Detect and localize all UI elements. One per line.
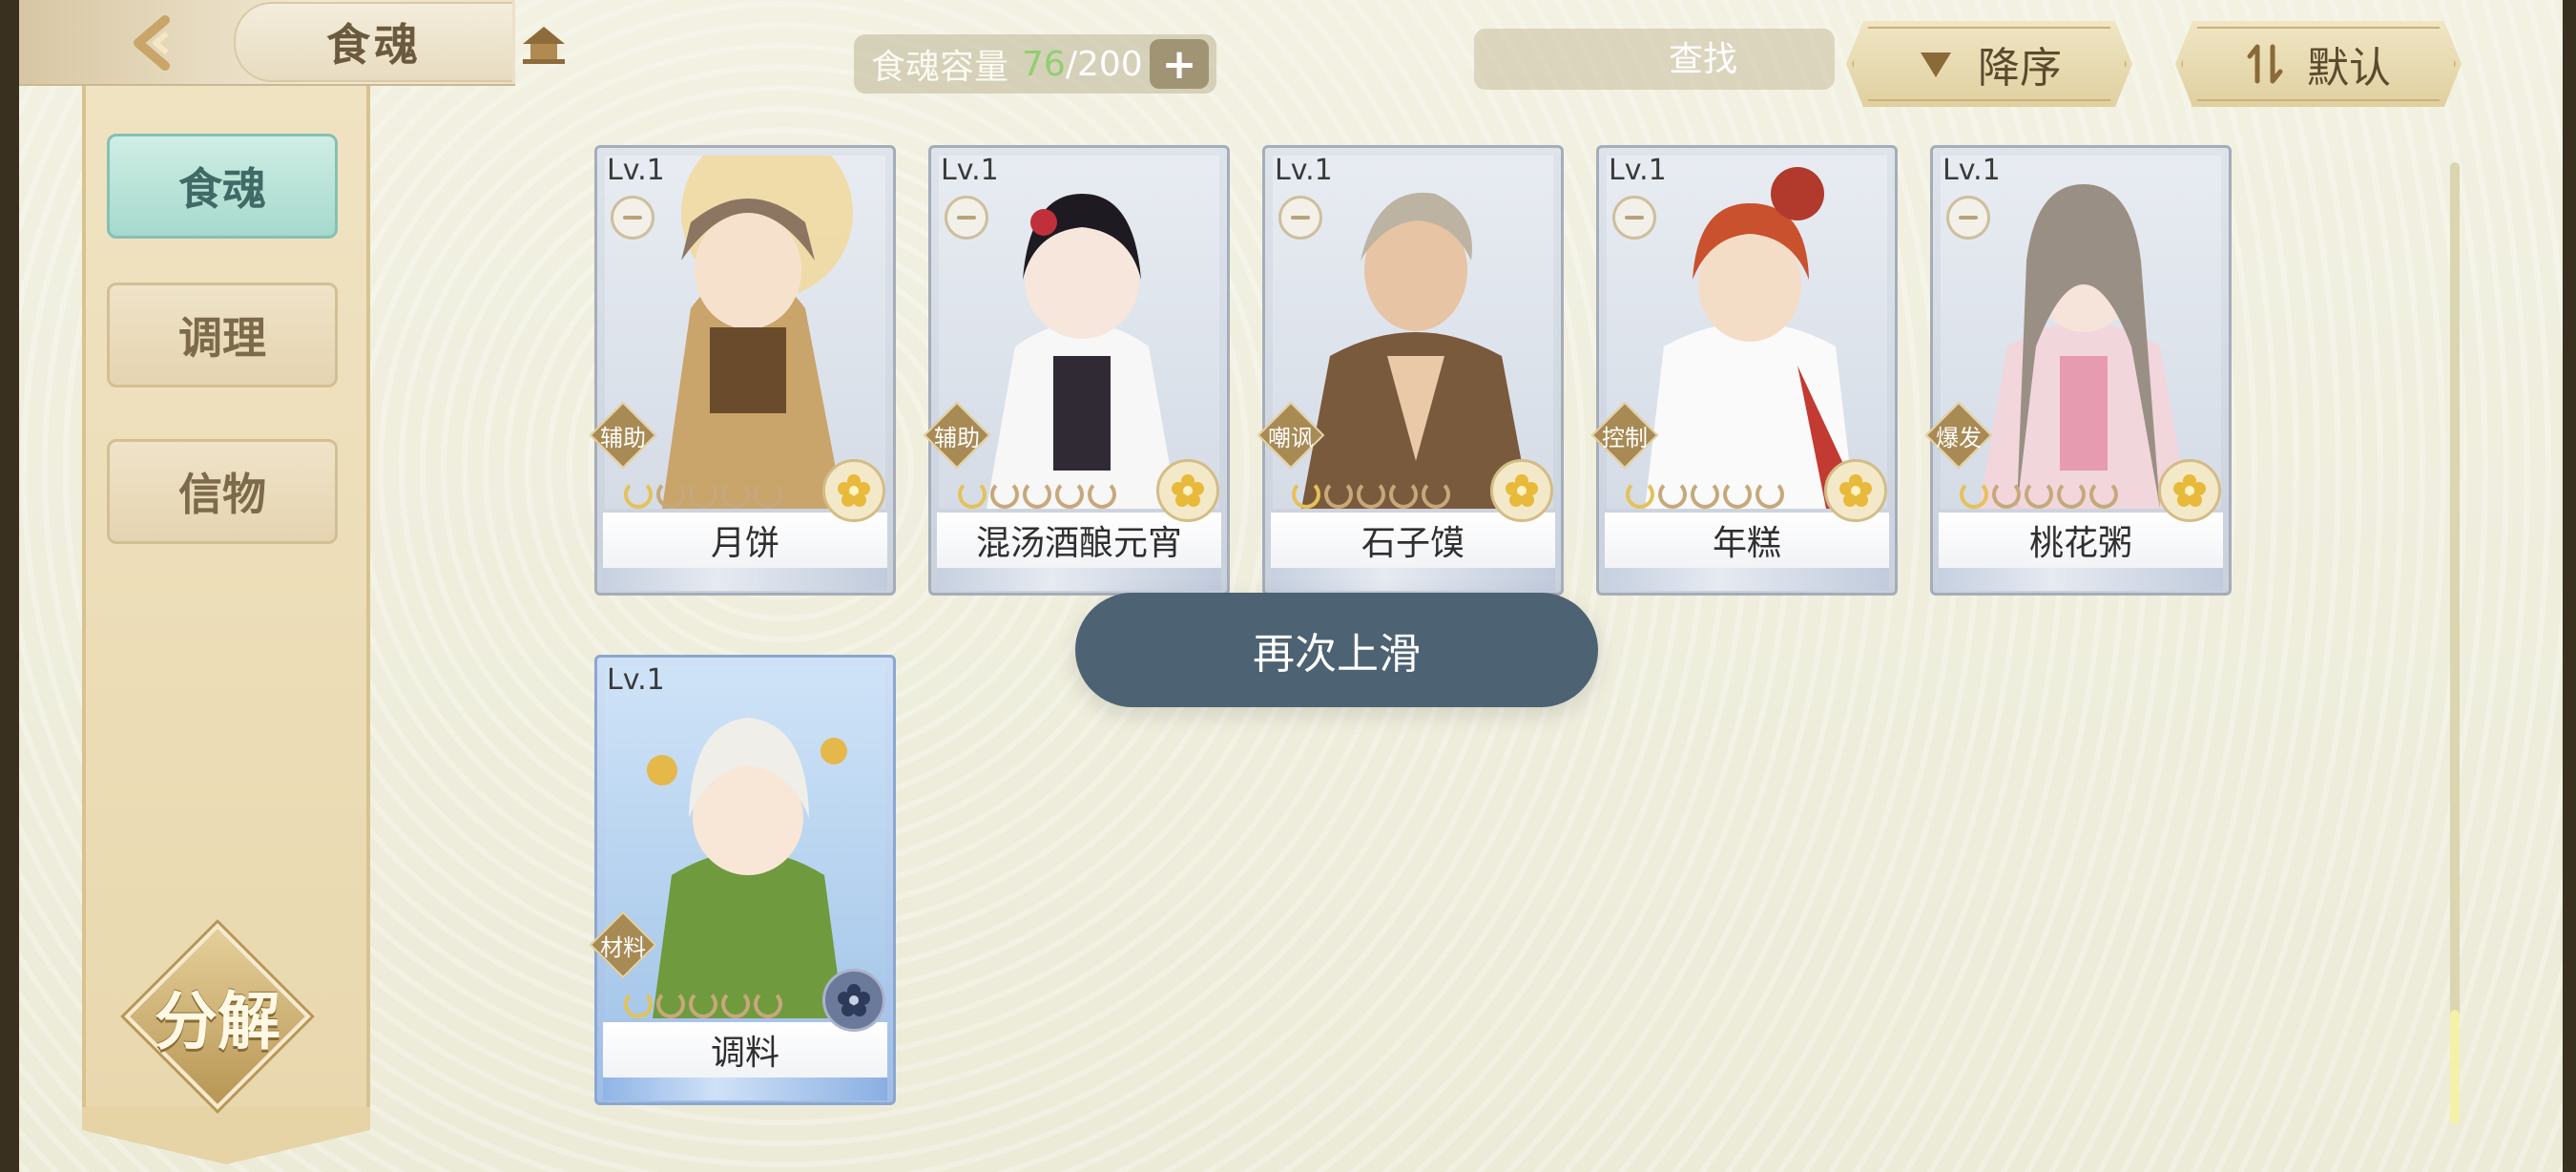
- level-label: Lv.1: [941, 154, 999, 187]
- card-rarity-strip: [603, 568, 887, 591]
- role-badge: 爆发: [1924, 401, 1993, 470]
- star-rating: [958, 480, 1116, 509]
- back-button[interactable]: [114, 8, 210, 78]
- sidebar-tab-conditioning[interactable]: 调理: [107, 283, 338, 387]
- lock-icon[interactable]: [1946, 196, 1990, 240]
- card-rarity-strip: [937, 568, 1221, 591]
- add-capacity-button[interactable]: +: [1150, 39, 1209, 89]
- level-label: Lv.1: [1942, 154, 2001, 187]
- star-rating: [624, 480, 782, 509]
- role-label: 嘲讽: [1268, 424, 1314, 451]
- lock-icon[interactable]: [1612, 196, 1656, 240]
- level-label: Lv.1: [607, 663, 665, 697]
- card-rarity-strip: [1605, 568, 1889, 591]
- star-rating: [1626, 480, 1784, 509]
- role-badge: 辅助: [923, 401, 991, 470]
- capacity-display: 食魂容量 76 /200 +: [854, 34, 1216, 94]
- food-soul-card[interactable]: Lv.1 辅助 月饼: [589, 145, 896, 596]
- flower-icon: [1490, 459, 1553, 522]
- sort-order-label: 降序: [1978, 44, 2062, 93]
- role-label: 控制: [1602, 424, 1648, 451]
- food-soul-card[interactable]: Lv.1 辅助 混汤酒酿元宵: [923, 145, 1230, 596]
- level-label: Lv.1: [607, 154, 665, 187]
- scrollbar[interactable]: [2450, 162, 2460, 1124]
- flower-icon: [822, 459, 885, 522]
- sidebar-tab-token[interactable]: 信物: [107, 439, 338, 544]
- flower-icon: [1156, 459, 1219, 522]
- star-rating: [1960, 480, 2118, 509]
- flower-icon: [1824, 459, 1887, 522]
- flower-icon: [2158, 459, 2221, 522]
- home-icon: [523, 27, 565, 64]
- card-rarity-strip: [1939, 568, 2223, 591]
- sort-order-button[interactable]: 降序: [1846, 21, 2132, 107]
- role-badge: 辅助: [589, 401, 657, 470]
- capacity-label: 食魂容量: [871, 48, 1009, 87]
- card-rarity-strip: [603, 1078, 887, 1100]
- home-button[interactable]: [506, 11, 582, 78]
- toast-message: 再次上滑: [1075, 593, 1598, 707]
- role-label: 爆发: [1936, 424, 1982, 451]
- capacity-current: 76: [1022, 44, 1066, 84]
- page-title: 食魂: [234, 2, 512, 82]
- role-label: 辅助: [934, 424, 980, 451]
- lock-icon[interactable]: [611, 196, 654, 240]
- level-label: Lv.1: [1275, 154, 1333, 187]
- star-rating: [1292, 480, 1450, 509]
- dark-flower-icon: [822, 969, 885, 1032]
- lock-icon[interactable]: [1278, 196, 1322, 240]
- right-frame: [2563, 0, 2576, 1172]
- level-label: Lv.1: [1609, 154, 1667, 187]
- food-soul-card[interactable]: Lv.1 控制 年糕: [1590, 145, 1898, 596]
- role-label: 辅助: [600, 424, 646, 451]
- sort-mode-label: 默认: [2307, 44, 2391, 93]
- swap-arrows-icon: [2247, 44, 2283, 84]
- scrollbar-thumb[interactable]: [2450, 1010, 2460, 1124]
- card-rarity-strip: [1271, 568, 1555, 591]
- role-label: 材料: [600, 933, 646, 961]
- left-frame: [0, 0, 19, 1172]
- food-soul-card[interactable]: Lv.1 材料 调料: [589, 655, 896, 1105]
- capacity-max: /200: [1065, 44, 1143, 84]
- sidebar-tab-food-soul[interactable]: 食魂: [107, 134, 338, 239]
- lock-icon[interactable]: [945, 196, 988, 240]
- decompose-label: 分解: [155, 985, 280, 1058]
- search-box[interactable]: [1474, 29, 1948, 90]
- role-badge: 嘲讽: [1257, 401, 1325, 470]
- star-rating: [624, 990, 782, 1018]
- role-badge: 材料: [589, 910, 657, 979]
- food-soul-card[interactable]: Lv.1 嘲讽 石子馍: [1257, 145, 1564, 596]
- decompose-button[interactable]: 分解: [124, 923, 311, 1110]
- triangle-down-icon: [1921, 52, 1951, 77]
- role-badge: 控制: [1590, 401, 1659, 470]
- back-arrow-icon: [134, 15, 170, 71]
- food-soul-card[interactable]: Lv.1 爆发 桃花粥: [1924, 145, 2232, 596]
- sort-mode-button[interactable]: 默认: [2175, 21, 2462, 107]
